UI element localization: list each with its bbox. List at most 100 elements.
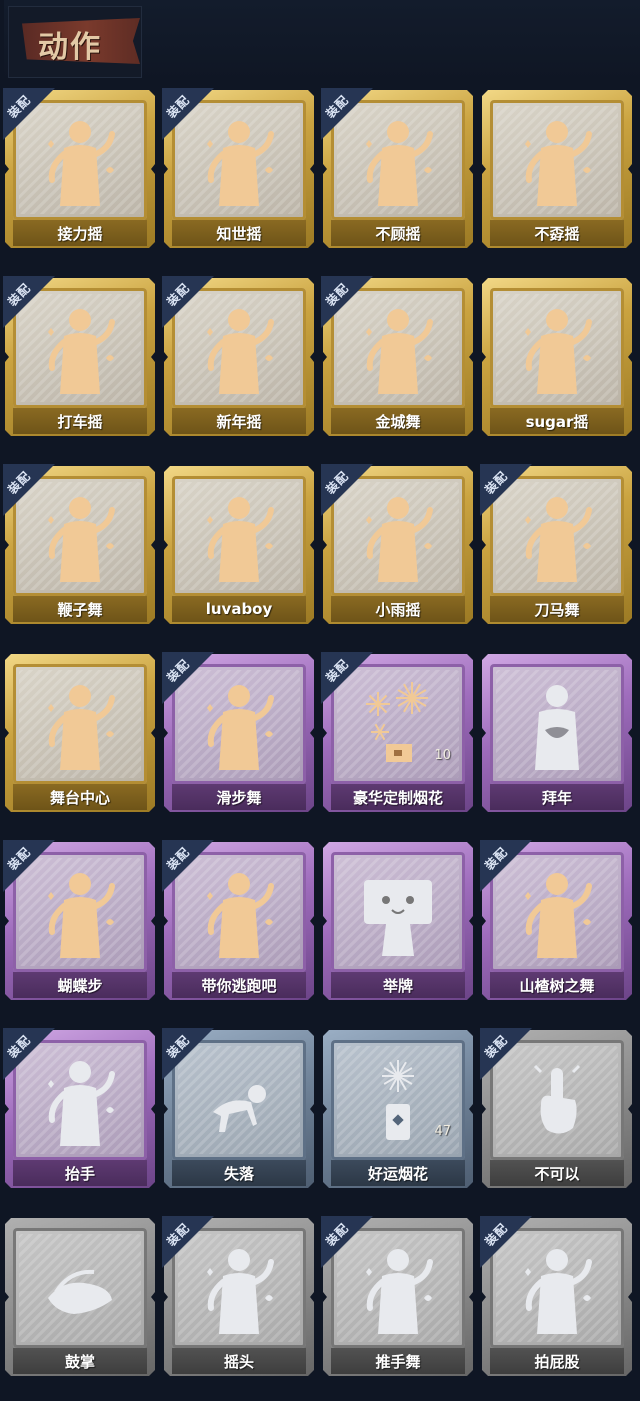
clap-icon [40, 1242, 120, 1338]
action-name: 新年摇 [216, 412, 262, 431]
dancer-icon [199, 678, 279, 774]
page-title: 动作 [38, 30, 102, 65]
dancer-icon [358, 114, 438, 210]
action-card[interactable]: 山楂树之舞 装配 [480, 840, 632, 1000]
dancer-icon [358, 490, 438, 586]
action-card[interactable]: 推手舞 装配 [321, 1216, 473, 1376]
dancer-icon [40, 866, 120, 962]
card-label-bar: 蝴蝶步 [13, 972, 147, 998]
action-name: 好运烟花 [367, 1164, 428, 1183]
action-name: 接力摇 [57, 224, 103, 243]
action-card[interactable]: 滑步舞 装配 [162, 652, 314, 812]
dancer-icon [517, 866, 597, 962]
action-name: 带你逃跑吧 [201, 976, 277, 995]
action-card[interactable]: 带你逃跑吧 装配 [162, 840, 314, 1000]
card-label-bar: 推手舞 [331, 1348, 465, 1374]
action-card[interactable]: 知世摇 装配 [162, 88, 314, 248]
action-name: 打车摇 [57, 412, 103, 431]
action-name: 滑步舞 [216, 788, 262, 807]
card-label-bar: 豪华定制烟花 [331, 784, 465, 810]
card-label-bar: 拍屁股 [490, 1348, 624, 1374]
action-card[interactable]: luvaboy [164, 466, 314, 624]
dancer-icon [358, 302, 438, 398]
section-header: 动作 [4, 0, 640, 82]
dancer-icon [199, 302, 279, 398]
action-name: 摇头 [223, 1352, 254, 1371]
card-label-bar: 刀马舞 [490, 596, 624, 622]
action-card[interactable]: 鼓掌 [5, 1218, 155, 1376]
action-card[interactable]: 摇头 装配 [162, 1216, 314, 1376]
action-name: 鼓掌 [64, 1352, 95, 1371]
dancer-icon [199, 1242, 279, 1338]
action-card[interactable]: 不孬摇 [482, 90, 632, 248]
finger-icon [517, 1054, 597, 1150]
action-name: 小雨摇 [375, 600, 421, 619]
action-name: 豪华定制烟花 [352, 788, 443, 807]
card-label-bar: 金城舞 [331, 408, 465, 434]
action-card[interactable]: 舞台中心 [5, 654, 155, 812]
card-label-bar: 摇头 [172, 1348, 306, 1374]
action-name: 失落 [223, 1164, 254, 1183]
action-card[interactable]: 刀马舞 装配 [480, 464, 632, 624]
bow-icon [517, 678, 597, 774]
action-name: 不孬摇 [534, 224, 580, 243]
card-label-bar: 拜年 [490, 784, 624, 810]
action-name: 不顾摇 [375, 224, 421, 243]
action-name: 举牌 [382, 976, 413, 995]
dancer-icon [517, 114, 597, 210]
action-card[interactable]: 不顾摇 装配 [321, 88, 473, 248]
action-card[interactable]: 拜年 [482, 654, 632, 812]
crawl-icon [199, 1054, 279, 1150]
action-card[interactable]: 举牌 [323, 842, 473, 1000]
action-card[interactable]: 失落 装配 [162, 1028, 314, 1188]
firecracker-icon [358, 1054, 438, 1150]
card-label-bar: 鼓掌 [13, 1348, 147, 1374]
action-name: luvaboy [205, 600, 273, 618]
action-card[interactable]: 金城舞 装配 [321, 276, 473, 436]
card-label-bar: 不可以 [490, 1160, 624, 1186]
action-card[interactable]: 蝴蝶步 装配 [3, 840, 155, 1000]
action-card[interactable]: 接力摇 装配 [3, 88, 155, 248]
dancer-icon [40, 114, 120, 210]
fireworks-icon [358, 678, 438, 774]
dancer-icon [199, 114, 279, 210]
dancer-icon [199, 490, 279, 586]
action-card[interactable]: 小雨摇 装配 [321, 464, 473, 624]
dancer-icon [358, 1242, 438, 1338]
action-card[interactable]: 打车摇 装配 [3, 276, 155, 436]
dancer-icon [40, 1054, 120, 1150]
action-name: 金城舞 [375, 412, 421, 431]
action-card[interactable]: 10 豪华定制烟花 装配 [321, 652, 473, 812]
action-card[interactable]: 抬手 装配 [3, 1028, 155, 1188]
card-label-bar: 带你逃跑吧 [172, 972, 306, 998]
action-name: 抬手 [64, 1164, 95, 1183]
card-label-bar: 鞭子舞 [13, 596, 147, 622]
dancer-icon [517, 302, 597, 398]
action-name: 拍屁股 [534, 1352, 580, 1371]
action-name: 推手舞 [375, 1352, 421, 1371]
action-name: 山楂树之舞 [519, 976, 595, 995]
card-label-bar: 失落 [172, 1160, 306, 1186]
card-label-bar: 新年摇 [172, 408, 306, 434]
action-card[interactable]: 新年摇 装配 [162, 276, 314, 436]
action-card[interactable]: 鞭子舞 装配 [3, 464, 155, 624]
action-name: 不可以 [534, 1164, 580, 1183]
card-label-bar: 不顾摇 [331, 220, 465, 246]
card-label-bar: 小雨摇 [331, 596, 465, 622]
card-label-bar: 不孬摇 [490, 220, 624, 246]
action-card[interactable]: 不可以 装配 [480, 1028, 632, 1188]
action-name: 鞭子舞 [57, 600, 103, 619]
action-name: 知世摇 [216, 224, 262, 243]
card-label-bar: 打车摇 [13, 408, 147, 434]
card-label-bar: 接力摇 [13, 220, 147, 246]
action-card[interactable]: 47 好运烟花 [323, 1030, 473, 1188]
action-card[interactable]: sugar摇 [482, 278, 632, 436]
dancer-icon [517, 490, 597, 586]
item-count: 47 [434, 1124, 451, 1139]
action-card[interactable]: 拍屁股 装配 [480, 1216, 632, 1376]
card-label-bar: 举牌 [331, 972, 465, 998]
dancer-icon [40, 302, 120, 398]
dancer-icon [40, 678, 120, 774]
card-label-bar: 舞台中心 [13, 784, 147, 810]
item-count: 10 [434, 748, 451, 763]
